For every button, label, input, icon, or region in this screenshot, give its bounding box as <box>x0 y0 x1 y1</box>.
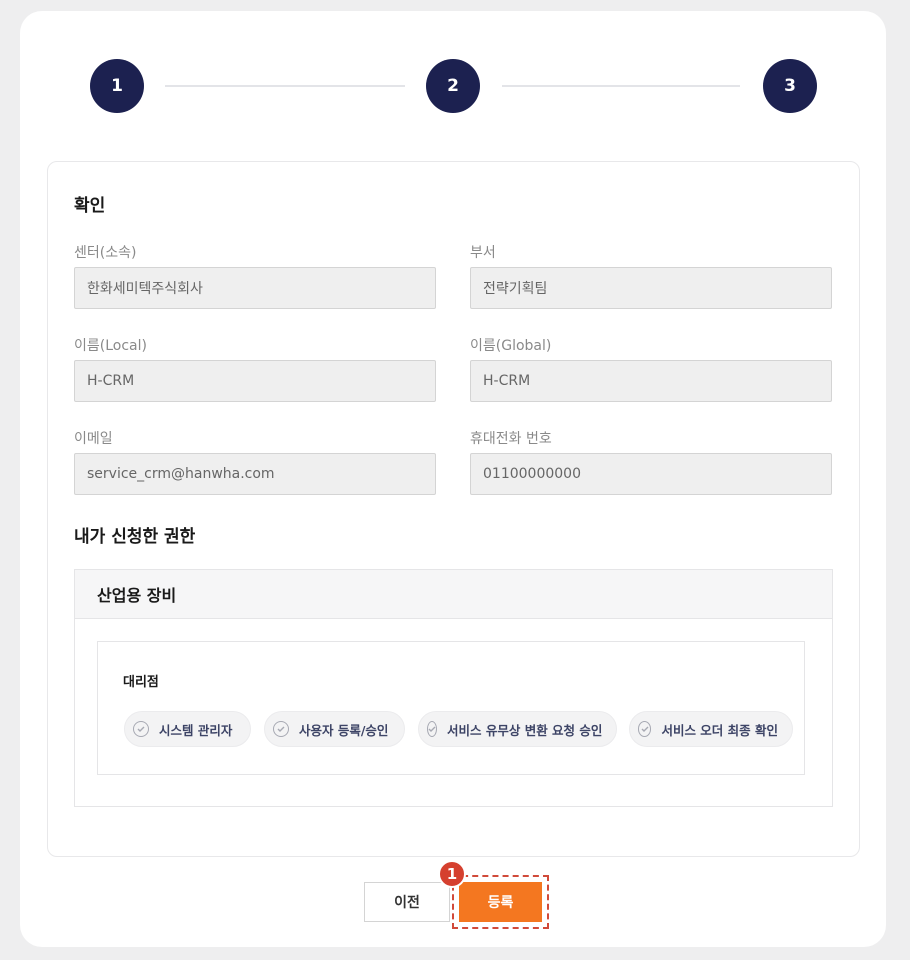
confirm-title: 확인 <box>74 196 106 216</box>
check-circle-icon <box>273 721 289 737</box>
permission-chip-label: 서비스 오더 최종 확인 <box>661 722 778 738</box>
step-1: 1 <box>90 59 144 113</box>
permission-chip-label: 시스템 관리자 <box>159 722 233 738</box>
permissions-title: 내가 신청한 권한 <box>74 527 196 547</box>
step-marker-badge: 1 <box>438 860 466 888</box>
phone-label: 휴대전화 번호 <box>470 431 552 447</box>
check-circle-icon <box>133 721 149 737</box>
registration-card: 1 2 3 확인 센터(소속) 한화세미텍주식회사 부서 전략기획팀 이름(Lo… <box>20 11 886 947</box>
step-connector <box>502 85 740 87</box>
email-label: 이메일 <box>74 431 113 447</box>
step-3: 3 <box>763 59 817 113</box>
dept-field: 전략기획팀 <box>470 267 832 309</box>
permission-chip: 서비스 유무상 변환 요청 승인 <box>418 711 617 747</box>
center-label: 센터(소속) <box>74 245 137 261</box>
name-global-field: H-CRM <box>470 360 832 402</box>
permission-chip: 시스템 관리자 <box>124 711 251 747</box>
step-2: 2 <box>426 59 480 113</box>
name-local-field: H-CRM <box>74 360 436 402</box>
permission-subgroup: 대리점 시스템 관리자 사용자 등록/승인 서비스 유무상 변환 요청 승인 서… <box>97 641 805 775</box>
permission-chip-label: 사용자 등록/승인 <box>299 722 389 738</box>
email-field: service_crm@hanwha.com <box>74 453 436 495</box>
permission-group: 산업용 장비 대리점 시스템 관리자 사용자 등록/승인 서비스 유무상 변환 … <box>74 569 833 807</box>
permission-chip-label: 서비스 유무상 변환 요청 승인 <box>447 722 603 738</box>
highlight-box <box>452 875 549 929</box>
check-circle-icon <box>638 721 652 737</box>
confirm-panel: 확인 센터(소속) 한화세미텍주식회사 부서 전략기획팀 이름(Local) H… <box>47 161 860 857</box>
check-circle-icon <box>427 721 437 737</box>
permission-chip: 사용자 등록/승인 <box>264 711 405 747</box>
name-local-label: 이름(Local) <box>74 338 147 354</box>
dept-label: 부서 <box>470 245 496 261</box>
permission-chip: 서비스 오더 최종 확인 <box>629 711 793 747</box>
center-field: 한화세미텍주식회사 <box>74 267 436 309</box>
phone-field: 01100000000 <box>470 453 832 495</box>
step-connector <box>165 85 405 87</box>
subgroup-title: 대리점 <box>123 675 159 690</box>
prev-button[interactable]: 이전 <box>364 882 450 922</box>
name-global-label: 이름(Global) <box>470 338 552 354</box>
group-title: 산업용 장비 <box>75 570 832 619</box>
